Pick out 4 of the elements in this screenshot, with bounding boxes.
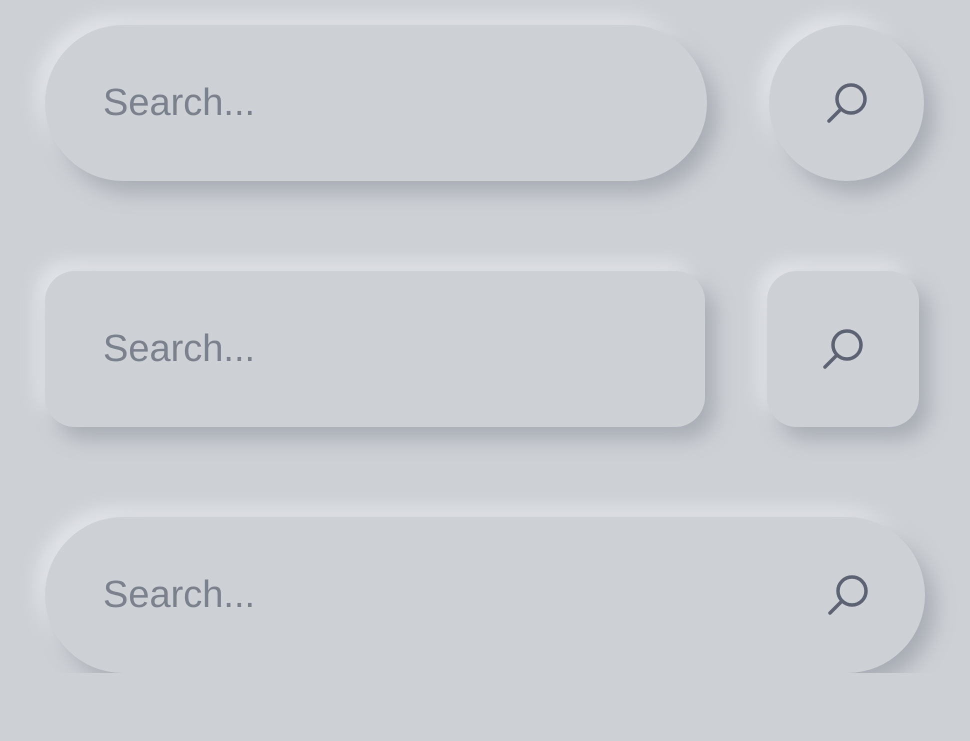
search-field[interactable]: Search... <box>103 328 647 370</box>
search-button[interactable] <box>767 271 919 427</box>
search-field[interactable]: Search... <box>103 574 823 616</box>
search-field[interactable]: Search... <box>103 82 649 124</box>
